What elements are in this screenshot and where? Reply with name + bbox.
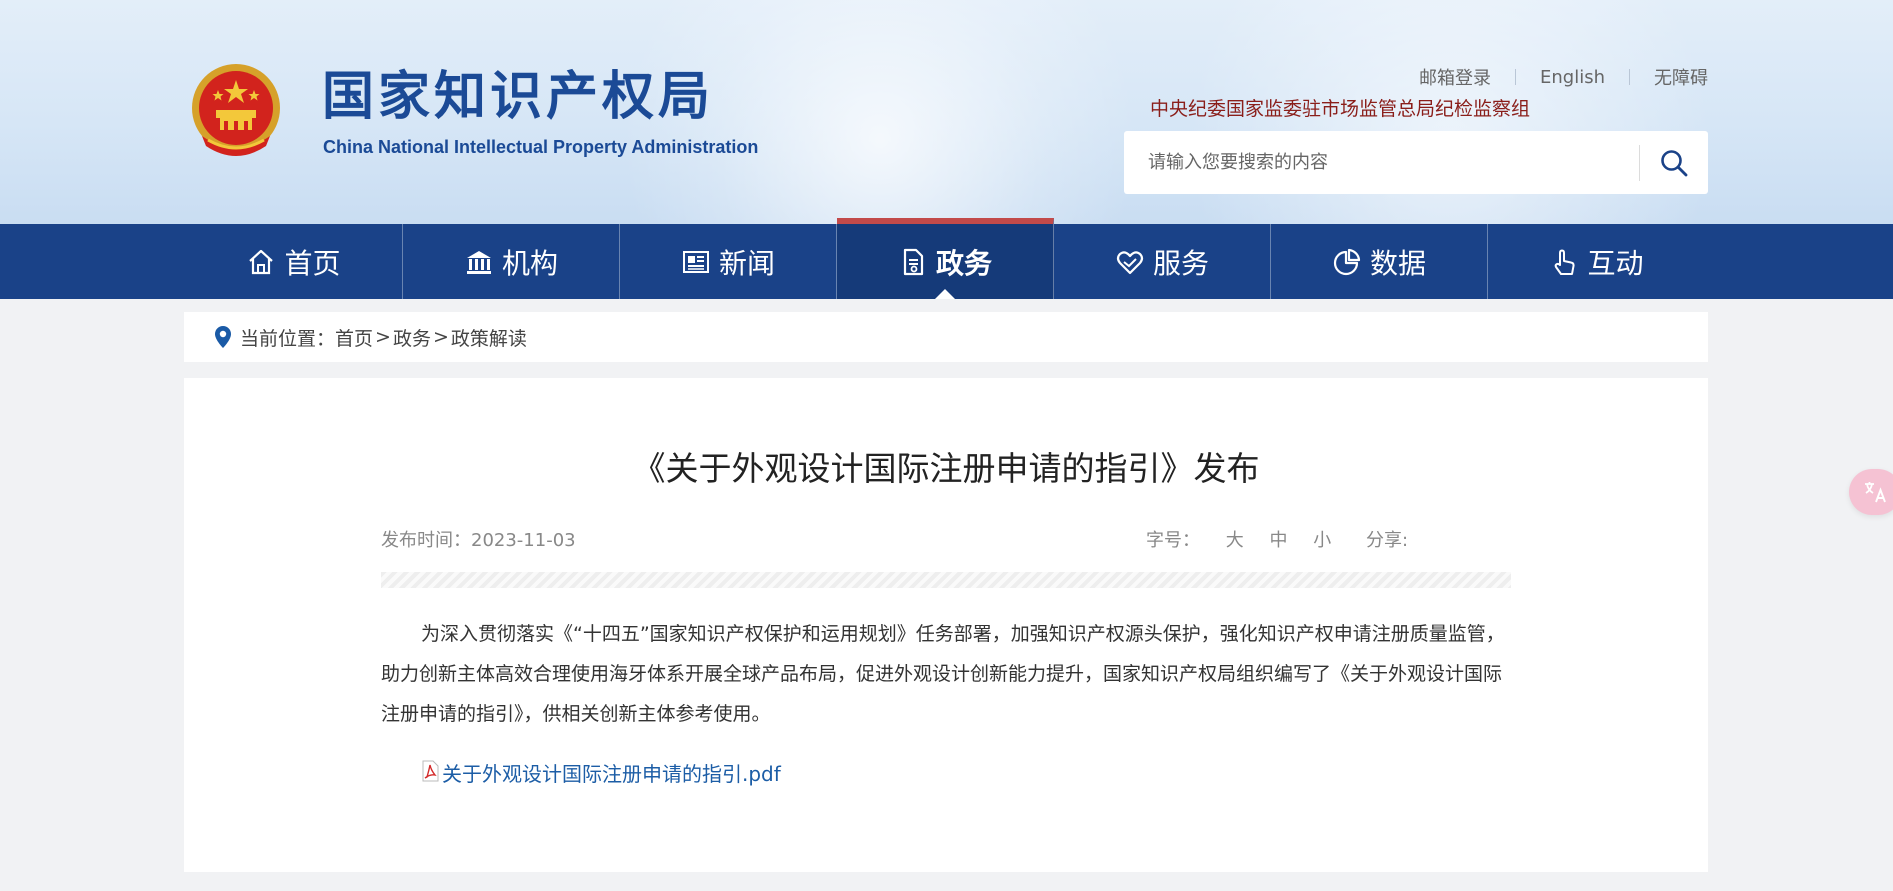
breadcrumb-prefix: 当前位置： xyxy=(240,327,336,350)
site-title-english: China National Intellectual Property Adm… xyxy=(323,137,759,157)
breadcrumb-government-affairs[interactable]: 政务 xyxy=(393,324,431,351)
font-size-label: 字号： xyxy=(1146,530,1200,551)
breadcrumb-separator: > xyxy=(432,326,449,348)
publish-date-value: 2023-11-03 xyxy=(471,530,576,551)
newspaper-icon xyxy=(682,250,709,273)
pie-chart-icon xyxy=(1333,248,1361,275)
share-label: 分享: xyxy=(1366,530,1409,551)
nav-label: 首页 xyxy=(284,246,341,280)
attachment-label: 关于外观设计国际注册申请的指引.pdf xyxy=(442,762,781,786)
home-icon xyxy=(249,249,274,274)
translate-icon xyxy=(1865,482,1886,503)
article-card: 《关于外观设计国际注册申请的指引》发布 发布时间：2023-11-03 字号： … xyxy=(184,378,1708,872)
search-input[interactable] xyxy=(1124,131,1639,194)
site-title: 国家知识产权局 xyxy=(322,66,715,127)
nav-item-interaction[interactable]: 互动 xyxy=(1488,224,1705,299)
nav-label: 政务 xyxy=(935,246,992,280)
document-icon xyxy=(903,248,924,275)
main-nav: 首页 机构 新闻 政务 服务 数据 互动 xyxy=(0,218,1893,299)
search-box xyxy=(1124,131,1708,194)
hand-pointer-icon xyxy=(1555,249,1576,275)
english-link[interactable]: English xyxy=(1540,67,1605,88)
nav-item-institution[interactable]: 机构 xyxy=(403,224,620,299)
search-button[interactable] xyxy=(1640,131,1708,194)
publish-date: 发布时间：2023-11-03 xyxy=(381,526,576,552)
translate-button[interactable] xyxy=(1849,469,1893,515)
article-divider xyxy=(381,572,1511,588)
nav-item-home[interactable]: 首页 xyxy=(185,224,403,299)
font-size-small-button[interactable]: 小 xyxy=(1313,530,1331,551)
nav-item-government-affairs[interactable]: 政务 xyxy=(837,218,1054,299)
nav-label: 机构 xyxy=(501,246,558,280)
nav-item-news[interactable]: 新闻 xyxy=(620,224,837,299)
top-links: 邮箱登录 English 无障碍 xyxy=(1419,64,1708,90)
article-title: 《关于外观设计国际注册申请的指引》发布 xyxy=(632,449,1260,488)
institution-icon xyxy=(466,250,491,274)
nav-label: 新闻 xyxy=(718,246,775,280)
publish-date-label: 发布时间： xyxy=(381,530,471,551)
pdf-icon xyxy=(422,760,439,781)
nav-item-service[interactable]: 服务 xyxy=(1054,224,1271,299)
discipline-inspection-link[interactable]: 中央纪委国家监委驻市场监管总局纪检监察组 xyxy=(1150,94,1530,121)
attachment-link[interactable]: 关于外观设计国际注册申请的指引.pdf xyxy=(420,758,781,787)
breadcrumb-policy-interpretation[interactable]: 政策解读 xyxy=(451,324,527,351)
nav-label: 互动 xyxy=(1587,246,1644,280)
location-pin-icon xyxy=(215,326,231,348)
breadcrumb: 当前位置： 首页 > 政务 > 政策解读 xyxy=(184,312,1708,362)
search-icon xyxy=(1661,149,1688,176)
divider xyxy=(1515,69,1516,85)
nav-item-data[interactable]: 数据 xyxy=(1271,224,1488,299)
font-size-controls: 字号： 大 中 小 xyxy=(1146,526,1351,552)
font-size-medium-button[interactable]: 中 xyxy=(1269,530,1287,551)
breadcrumb-separator: > xyxy=(375,326,391,348)
article-body: 为深入贯彻落实《“十四五”国家知识产权保护和运用规划》任务部署，加强知识产权源头… xyxy=(381,623,1505,725)
divider xyxy=(1629,69,1630,85)
mail-login-link[interactable]: 邮箱登录 xyxy=(1419,64,1491,90)
nav-label: 数据 xyxy=(1369,246,1426,280)
nav-label: 服务 xyxy=(1152,246,1209,280)
accessibility-link[interactable]: 无障碍 xyxy=(1654,64,1708,90)
service-icon xyxy=(1116,250,1144,274)
article-meta: 发布时间：2023-11-03 字号： 大 中 小 分享: xyxy=(381,526,1511,552)
font-size-large-button[interactable]: 大 xyxy=(1226,530,1244,551)
national-emblem-icon xyxy=(192,64,280,156)
breadcrumb-home[interactable]: 首页 xyxy=(335,324,373,351)
site-header: 国家知识产权局 China National Intellectual Prop… xyxy=(0,0,1893,224)
